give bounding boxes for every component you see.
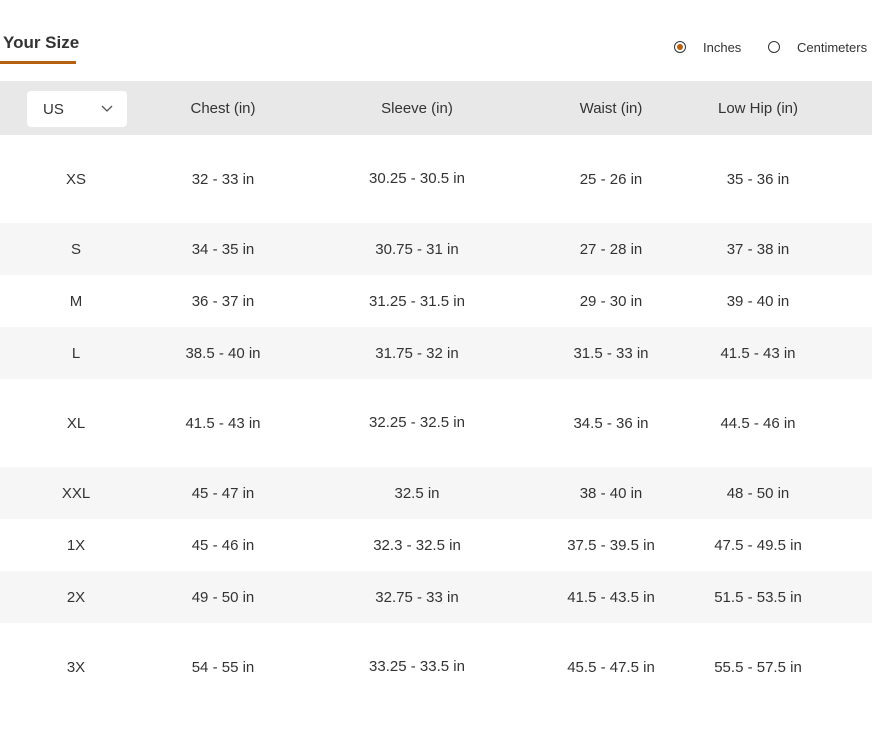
size-cell: XXL <box>61 484 91 502</box>
size-cell: L <box>71 344 81 362</box>
sleeve-cell: 30.75 - 31 in <box>375 240 459 258</box>
sleeve-cell: 31.25 - 31.5 in <box>369 292 465 310</box>
size-cell: 1X <box>66 536 86 554</box>
waist-cell: 27 - 28 in <box>579 240 643 258</box>
waist-cell: 25 - 26 in <box>579 170 643 188</box>
sleeve-cell: 32.3 - 32.5 in <box>373 536 461 554</box>
chest-cell: 34 - 35 in <box>191 240 255 258</box>
sleeve-cell: 32.5 in <box>394 484 440 502</box>
chest-cell: 36 - 37 in <box>191 292 255 310</box>
table-row: XS 32 - 33 in 30.25 - 30.5 in 25 - 26 in… <box>0 135 872 223</box>
size-cell: S <box>70 240 81 258</box>
table-header-row: US Chest (in) Sleeve (in) Waist (in) Low… <box>0 81 872 135</box>
low-hip-cell: 47.5 - 49.5 in <box>714 536 802 554</box>
tab-your-size[interactable]: Your Size <box>0 30 80 64</box>
chevron-down-icon <box>101 105 113 112</box>
radio-centimeters-circle <box>768 41 780 53</box>
table-row: 2X 49 - 50 in 32.75 - 33 in 41.5 - 43.5 … <box>0 571 872 623</box>
unit-toggle: Inches Centimeters <box>673 39 872 57</box>
column-header-sleeve: Sleeve (in) <box>381 100 453 117</box>
radio-inches-circle <box>674 41 686 53</box>
chest-cell: 45 - 46 in <box>191 536 255 554</box>
size-chart-top-bar: Your Size Inches Centimeters <box>0 0 872 80</box>
low-hip-cell: 51.5 - 53.5 in <box>714 588 802 606</box>
size-cell: 2X <box>66 588 86 606</box>
table-row: XXL 45 - 47 in 32.5 in 38 - 40 in 48 - 5… <box>0 467 872 519</box>
low-hip-cell: 55.5 - 57.5 in <box>714 658 802 676</box>
size-chart-table: US Chest (in) Sleeve (in) Waist (in) Low… <box>0 81 872 711</box>
radio-centimeters-label: Centimeters <box>797 40 868 55</box>
sleeve-cell: 32.25 - 32.5 in <box>369 414 465 431</box>
waist-cell: 38 - 40 in <box>579 484 643 502</box>
waist-cell: 31.5 - 33 in <box>573 344 649 362</box>
column-header-chest: Chest (in) <box>190 100 256 117</box>
sleeve-cell: 32.75 - 33 in <box>375 588 459 606</box>
sleeve-cell: 33.25 - 33.5 in <box>369 658 465 675</box>
waist-cell: 41.5 - 43.5 in <box>567 588 655 606</box>
low-hip-cell: 41.5 - 43 in <box>720 344 796 362</box>
chest-cell: 38.5 - 40 in <box>185 344 261 362</box>
table-row: S 34 - 35 in 30.75 - 31 in 27 - 28 in 37… <box>0 223 872 275</box>
tab-active-underline <box>0 61 76 64</box>
column-header-waist: Waist (in) <box>579 100 643 117</box>
radio-selected-dot <box>677 44 683 50</box>
chest-cell: 54 - 55 in <box>191 658 255 676</box>
column-header-low-hip: Low Hip (in) <box>717 100 799 117</box>
low-hip-cell: 35 - 36 in <box>726 170 790 188</box>
waist-cell: 37.5 - 39.5 in <box>567 536 655 554</box>
table-row: 1X 45 - 46 in 32.3 - 32.5 in 37.5 - 39.5… <box>0 519 872 571</box>
table-row: XL 41.5 - 43 in 32.25 - 32.5 in 34.5 - 3… <box>0 379 872 467</box>
low-hip-cell: 48 - 50 in <box>726 484 790 502</box>
table-row: 3X 54 - 55 in 33.25 - 33.5 in 45.5 - 47.… <box>0 623 872 711</box>
table-row: M 36 - 37 in 31.25 - 31.5 in 29 - 30 in … <box>0 275 872 327</box>
table-row: L 38.5 - 40 in 31.75 - 32 in 31.5 - 33 i… <box>0 327 872 379</box>
size-cell: XS <box>65 170 86 188</box>
chest-cell: 45 - 47 in <box>191 484 255 502</box>
waist-cell: 34.5 - 36 in <box>573 414 649 432</box>
chest-cell: 32 - 33 in <box>191 170 255 188</box>
size-region-value: US <box>43 101 64 118</box>
waist-cell: 45.5 - 47.5 in <box>567 658 655 676</box>
sleeve-cell: 31.75 - 32 in <box>375 344 459 362</box>
low-hip-cell: 39 - 40 in <box>726 292 790 310</box>
size-cell: 3X <box>66 658 86 676</box>
sleeve-cell: 30.25 - 30.5 in <box>369 170 465 187</box>
tab-label: Your Size <box>3 33 80 52</box>
low-hip-cell: 37 - 38 in <box>726 240 790 258</box>
chest-cell: 41.5 - 43 in <box>185 414 261 432</box>
low-hip-cell: 44.5 - 46 in <box>720 414 796 432</box>
radio-inches-label: Inches <box>703 40 742 55</box>
size-cell: M <box>69 292 83 310</box>
size-cell: XL <box>66 414 86 432</box>
chest-cell: 49 - 50 in <box>191 588 255 606</box>
size-region-select[interactable]: US <box>27 91 127 127</box>
waist-cell: 29 - 30 in <box>579 292 643 310</box>
